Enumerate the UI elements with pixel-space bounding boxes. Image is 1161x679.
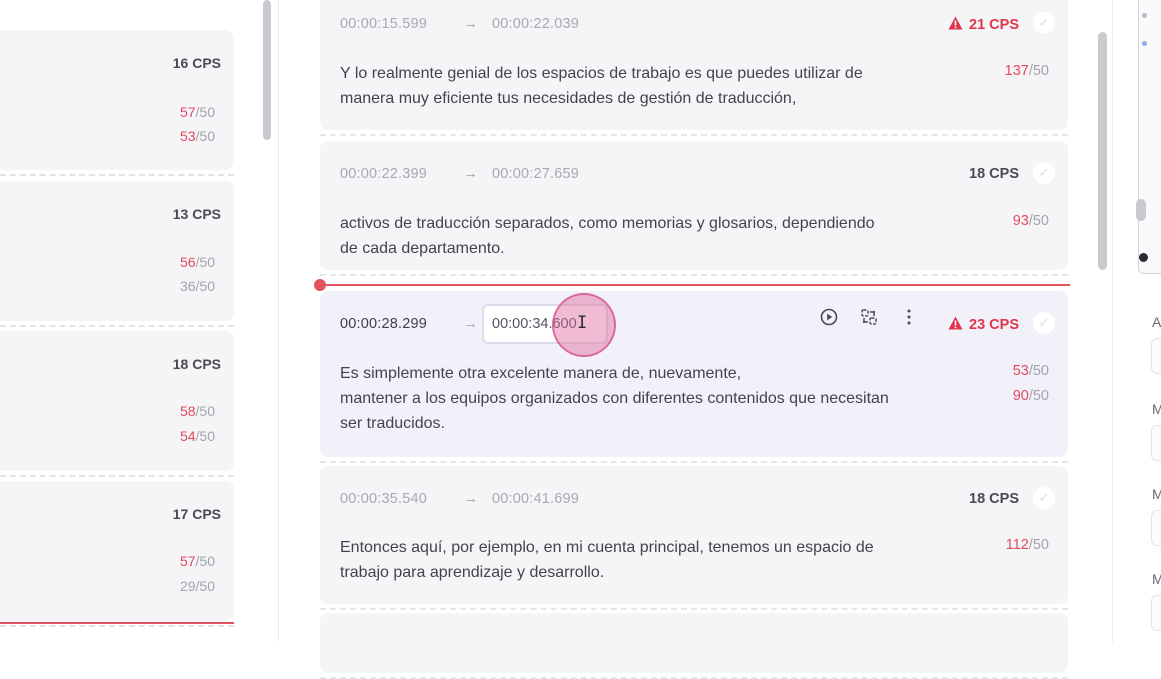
text-cursor-icon: I xyxy=(577,313,588,333)
field-label: M xyxy=(1152,401,1161,417)
playhead-line xyxy=(320,284,1070,286)
editor-scrollbar[interactable] xyxy=(1098,32,1107,270)
start-time[interactable]: 00:00:35.540 xyxy=(340,491,427,507)
subtitle-text[interactable]: Entonces aquí, por ejemplo, en mi cuenta… xyxy=(340,535,980,585)
play-icon[interactable] xyxy=(820,308,838,326)
cps-label: 17 CPS xyxy=(172,506,221,522)
start-time[interactable]: 00:00:15.599 xyxy=(340,16,427,32)
char-count: 137/50 xyxy=(1004,63,1049,79)
cps-label: 18 CPS xyxy=(969,491,1019,507)
end-time[interactable]: 00:00:22.039 xyxy=(492,16,579,32)
slider-handle[interactable] xyxy=(1136,199,1146,221)
char-count: 57/50 xyxy=(179,553,215,569)
subtitle-segment[interactable]: 00:00:15.599 → 00:00:22.039 21 CPS ✓ Y l… xyxy=(320,0,1068,136)
char-count: 54/50 xyxy=(179,428,215,444)
left-segment-card[interactable]: 13 CPS 56/50 36/50 xyxy=(0,181,234,327)
control-dot-icon[interactable] xyxy=(1139,253,1148,262)
left-segment-card[interactable]: 18 CPS 58/50 54/50 xyxy=(0,331,234,477)
split-segment-icon[interactable] xyxy=(860,308,878,326)
cps-label: 18 CPS xyxy=(969,166,1019,182)
property-field[interactable] xyxy=(1151,338,1161,374)
left-segment-card[interactable]: 16 CPS 57/50 53/50 xyxy=(0,30,234,176)
property-field[interactable] xyxy=(1151,425,1161,461)
cps-label: 21 CPS xyxy=(948,16,1019,33)
char-count: 93/50 xyxy=(1012,213,1049,229)
char-count: 112/50 xyxy=(1005,537,1049,553)
subtitle-segment[interactable] xyxy=(320,613,1068,679)
check-icon[interactable]: ✓ xyxy=(1033,312,1055,334)
playhead-line xyxy=(0,622,234,624)
property-field[interactable] xyxy=(1151,510,1161,546)
properties-panel: A M M M xyxy=(1113,0,1161,642)
playhead-handle[interactable] xyxy=(314,279,326,291)
arrow-right-icon: → xyxy=(463,165,478,182)
char-count: 56/50 xyxy=(179,254,215,270)
subtitle-segment[interactable]: 00:00:22.399 → 00:00:27.659 18 CPS ✓ act… xyxy=(320,141,1068,276)
warning-icon xyxy=(948,16,963,30)
char-count: 36/50 xyxy=(179,278,215,294)
arrow-right-icon: → xyxy=(463,15,478,32)
check-icon[interactable]: ✓ xyxy=(1033,487,1055,509)
warning-icon xyxy=(948,316,963,330)
subtitle-text[interactable]: activos de traducción separados, como me… xyxy=(340,211,980,261)
field-label: A xyxy=(1152,314,1161,330)
start-time[interactable]: 00:00:22.399 xyxy=(340,166,427,182)
left-scrollbar[interactable] xyxy=(263,0,271,140)
char-count: 29/50 xyxy=(179,578,215,594)
subtitle-text-line[interactable]: mantener a los equipos organizados con d… xyxy=(340,386,980,436)
end-time[interactable]: 00:00:41.699 xyxy=(492,491,579,507)
field-label: M xyxy=(1152,571,1161,587)
cps-label: 16 CPS xyxy=(172,55,221,71)
more-options-icon[interactable] xyxy=(900,308,918,326)
char-count: 53/50 xyxy=(179,128,215,144)
char-count: 57/50 xyxy=(179,104,215,120)
cps-label: 13 CPS xyxy=(172,206,221,222)
marker-dot-icon xyxy=(1142,41,1147,46)
arrow-right-icon: → xyxy=(463,490,478,507)
char-count: 53/50 xyxy=(1012,363,1049,379)
char-count: 58/50 xyxy=(179,403,215,419)
end-time[interactable]: 00:00:27.659 xyxy=(492,166,579,182)
left-segment-card[interactable]: 17 CPS 57/50 29/50 xyxy=(0,481,234,627)
subtitle-segment[interactable]: 00:00:35.540 → 00:00:41.699 18 CPS ✓ Ent… xyxy=(320,466,1068,610)
char-count: 90/50 xyxy=(1012,388,1049,404)
check-icon[interactable]: ✓ xyxy=(1033,12,1055,34)
check-icon[interactable]: ✓ xyxy=(1033,162,1055,184)
subtitle-text-line[interactable]: Es simplemente otra excelente manera de,… xyxy=(340,361,980,386)
cps-label: 18 CPS xyxy=(172,356,221,372)
subtitle-editor-panel: 00:00:15.599 → 00:00:22.039 21 CPS ✓ Y l… xyxy=(279,0,1111,679)
start-time[interactable]: 00:00:28.299 xyxy=(340,316,427,332)
video-preview-thumbnail[interactable] xyxy=(1136,0,1161,274)
marker-dot-icon xyxy=(1142,13,1147,18)
subtitle-text[interactable]: Y lo realmente genial de los espacios de… xyxy=(340,61,980,111)
property-field[interactable] xyxy=(1151,595,1161,631)
arrow-right-icon: → xyxy=(463,315,478,332)
cps-label: 23 CPS xyxy=(948,316,1019,333)
left-segment-panel: 16 CPS 57/50 53/50 13 CPS 56/50 36/50 18… xyxy=(0,0,262,642)
field-label: M xyxy=(1152,486,1161,502)
subtitle-segment-active[interactable]: 00:00:28.299 → 23 CPS ✓ Es simplemente o… xyxy=(320,291,1068,463)
